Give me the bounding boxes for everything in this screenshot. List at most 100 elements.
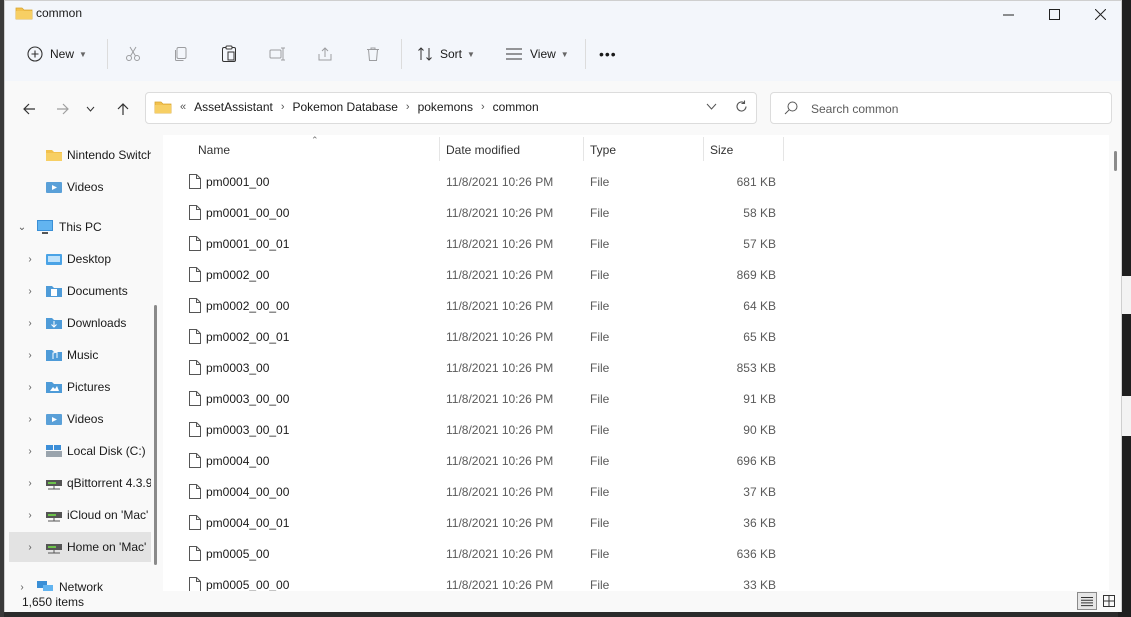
sidebar-item-qbittorrent[interactable]: › qBittorrent 4.3.9 (5, 468, 151, 498)
sidebar-item-label: Pictures (67, 380, 111, 394)
chevron-right-icon[interactable]: › (24, 318, 36, 329)
chevron-right-icon[interactable]: › (24, 414, 36, 425)
table-row[interactable]: pm0001_00_01 11/8/2021 10:26 PM File 57 KB (163, 228, 1109, 259)
chevron-right-icon[interactable]: › (24, 542, 36, 553)
table-row[interactable]: pm0002_00_01 11/8/2021 10:26 PM File 65 KB (163, 321, 1109, 352)
table-row[interactable]: pm0001_00_00 11/8/2021 10:26 PM File 58 KB (163, 197, 1109, 228)
table-row[interactable]: pm0004_00 11/8/2021 10:26 PM File 696 KB (163, 445, 1109, 476)
table-row[interactable]: pm0002_00_00 11/8/2021 10:26 PM File 64 KB (163, 290, 1109, 321)
back-button[interactable] (19, 99, 39, 119)
column-divider[interactable] (703, 137, 704, 161)
sort-button[interactable]: Sort ▼ (417, 27, 475, 81)
table-row[interactable]: pm0003_00_01 11/8/2021 10:26 PM File 90 KB (163, 414, 1109, 445)
chevron-right-icon[interactable]: › (481, 101, 485, 113)
paste-button[interactable] (221, 27, 237, 81)
file-size: 64 KB (743, 299, 776, 313)
column-divider[interactable] (783, 137, 784, 161)
file-date-modified: 11/8/2021 10:26 PM (446, 578, 554, 591)
file-size: 33 KB (743, 578, 776, 591)
toolbar-divider (107, 39, 108, 69)
sidebar-item-nintendo-switch[interactable]: Nintendo Switch (5, 140, 151, 170)
tiles-view-button[interactable] (1099, 592, 1119, 610)
table-row[interactable]: pm0005_00_00 11/8/2021 10:26 PM File 33 KB (163, 569, 1109, 591)
sidebar-item-videos[interactable]: Videos (5, 172, 151, 202)
recent-locations-button[interactable] (83, 99, 97, 119)
sidebar-item-videos-pc[interactable]: › Videos (5, 404, 151, 434)
column-header-type[interactable]: Type (590, 143, 616, 157)
file-date-modified: 11/8/2021 10:26 PM (446, 392, 554, 406)
chevron-right-icon[interactable]: › (24, 382, 36, 393)
new-button[interactable]: New ▼ (27, 27, 87, 81)
navigation-row: « AssetAssistant › Pokemon Database › po… (5, 81, 1121, 135)
clipboard-icon (222, 45, 236, 62)
details-view-button[interactable] (1077, 592, 1097, 610)
table-row[interactable]: pm0003_00 11/8/2021 10:26 PM File 853 KB (163, 352, 1109, 383)
view-button[interactable]: View ▼ (505, 27, 569, 81)
table-row[interactable]: pm0004_00_00 11/8/2021 10:26 PM File 37 KB (163, 476, 1109, 507)
breadcrumb-item[interactable]: Pokemon Database (293, 100, 398, 114)
maximize-button[interactable] (1031, 1, 1077, 27)
table-row[interactable]: pm0004_00_01 11/8/2021 10:26 PM File 36 KB (163, 507, 1109, 538)
file-name: pm0005_00 (206, 547, 270, 561)
breadcrumb-item[interactable]: common (493, 100, 539, 114)
sidebar-item-local-disk[interactable]: › Local Disk (C:) (5, 436, 151, 466)
chevron-right-icon[interactable]: › (281, 101, 285, 113)
file-list-scrollbar[interactable] (1114, 151, 1117, 171)
refresh-icon[interactable] (735, 100, 748, 113)
column-divider[interactable] (583, 137, 584, 161)
file-size: 36 KB (743, 516, 776, 530)
chevron-right-icon[interactable]: › (24, 254, 36, 265)
sidebar-scrollbar[interactable] (154, 305, 157, 565)
breadcrumb-item[interactable]: AssetAssistant (194, 100, 273, 114)
chevron-right-icon[interactable]: › (406, 101, 410, 113)
sidebar-item-documents[interactable]: › Documents (5, 276, 151, 306)
sidebar-item-downloads[interactable]: › Downloads (5, 308, 151, 338)
file-type: File (590, 516, 610, 530)
file-name: pm0004_00_00 (206, 485, 290, 499)
up-button[interactable] (113, 99, 133, 119)
title-bar[interactable]: common (5, 1, 1121, 27)
rename-button[interactable] (269, 27, 287, 81)
table-row[interactable]: pm0005_00 11/8/2021 10:26 PM File 636 KB (163, 538, 1109, 569)
search-box[interactable]: Search common (770, 92, 1112, 124)
copy-button[interactable] (173, 27, 189, 81)
address-bar[interactable]: « AssetAssistant › Pokemon Database › po… (145, 92, 757, 124)
sidebar-item-label: iCloud on 'Mac' (67, 508, 149, 522)
file-size: 65 KB (743, 330, 776, 344)
column-divider[interactable] (439, 137, 440, 161)
file-type: File (590, 299, 610, 313)
sidebar-item-network[interactable]: › Network (5, 572, 151, 591)
file-name: pm0002_00 (206, 268, 270, 282)
arrow-up-icon (117, 103, 129, 115)
sidebar-item-desktop[interactable]: › Desktop (5, 244, 151, 274)
table-row[interactable]: pm0001_00 11/8/2021 10:26 PM File 681 KB (163, 166, 1109, 197)
column-header-name[interactable]: Name (198, 143, 230, 157)
chevron-right-icon[interactable]: › (24, 350, 36, 361)
column-header-date[interactable]: Date modified (446, 143, 520, 157)
chevron-right-icon[interactable]: › (24, 510, 36, 521)
sidebar-item-icloud-on-mac[interactable]: › iCloud on 'Mac' (5, 500, 151, 530)
column-header-size[interactable]: Size (710, 143, 733, 157)
chevron-right-icon[interactable]: › (24, 286, 36, 297)
cut-button[interactable] (125, 27, 141, 81)
more-options-button[interactable]: ••• (599, 27, 617, 81)
chevron-right-icon[interactable]: › (24, 446, 36, 457)
folder-icon (46, 150, 62, 161)
chevron-right-icon[interactable]: › (24, 478, 36, 489)
sidebar-item-home-on-mac[interactable]: › Home on 'Mac' (9, 532, 151, 562)
chevron-right-icon[interactable]: › (16, 582, 28, 592)
table-row[interactable]: pm0003_00_00 11/8/2021 10:26 PM File 91 KB (163, 383, 1109, 414)
table-row[interactable]: pm0002_00 11/8/2021 10:26 PM File 869 KB (163, 259, 1109, 290)
breadcrumb-item[interactable]: pokemons (418, 100, 473, 114)
address-history-chevron-icon[interactable] (706, 103, 717, 110)
delete-button[interactable] (365, 27, 381, 81)
sidebar-item-pictures[interactable]: › Pictures (5, 372, 151, 402)
forward-button[interactable] (53, 99, 73, 119)
sidebar-item-this-pc[interactable]: ⌄ This PC (5, 212, 151, 242)
chevron-down-icon[interactable]: ⌄ (16, 222, 28, 233)
minimize-button[interactable] (985, 1, 1031, 27)
share-button[interactable] (317, 27, 333, 81)
close-button[interactable] (1077, 1, 1123, 27)
sidebar-item-music[interactable]: › Music (5, 340, 151, 370)
breadcrumb-overflow[interactable]: « (180, 101, 186, 113)
